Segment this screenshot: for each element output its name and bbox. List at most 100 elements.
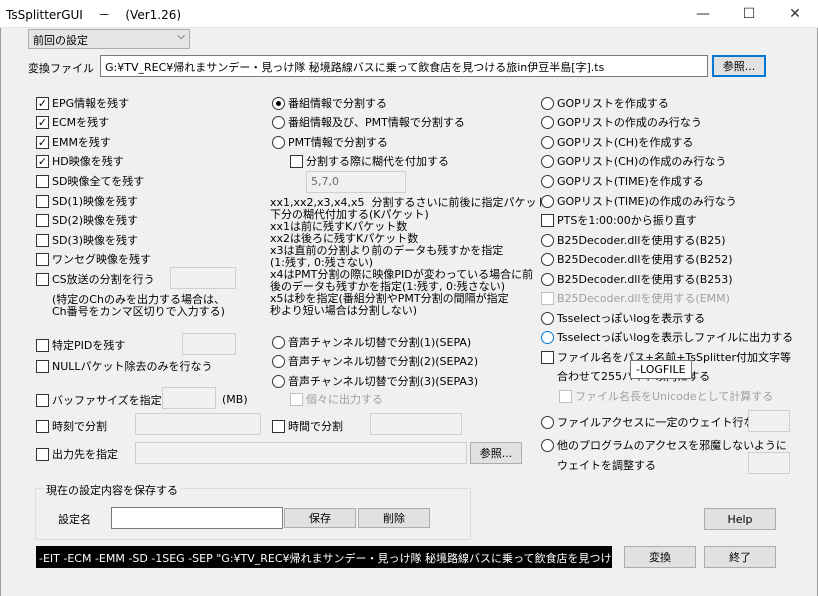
checkbox-icon: [36, 393, 49, 407]
pid-input[interactable]: [182, 333, 236, 355]
radio-icon: [541, 154, 554, 168]
individual-output-checkbox[interactable]: 個々に出力する: [290, 391, 383, 407]
gop-list-time-only-radio[interactable]: GOPリスト(TIME)の作成のみ行なう: [541, 193, 737, 209]
preset-select[interactable]: 前回の設定 ⌵: [28, 29, 190, 49]
hd-checkbox[interactable]: ✓ HD映像を残す: [36, 153, 124, 169]
save-settings-legend: 現在の設定内容を保存する: [44, 482, 180, 498]
file-label: 変換ファイル: [28, 62, 94, 75]
output-label: 出力先を指定: [52, 448, 118, 461]
audio-split3-radio[interactable]: 音声チャンネル切替で分割(3)(SEPA3): [272, 373, 478, 389]
setting-name-input[interactable]: [111, 507, 283, 529]
gop-list-label: GOPリストを作成する: [557, 97, 669, 110]
b252-radio[interactable]: B25Decoder.dllを使用する(B252): [541, 251, 733, 267]
window-title: TsSplitterGUI － (Ver1.26): [6, 8, 182, 22]
checkbox-icon: [36, 419, 49, 433]
buffer-checkbox[interactable]: バッファサイズを指定: [36, 392, 162, 408]
time-split-input[interactable]: [135, 413, 261, 435]
b25-label: B25Decoder.dllを使用する(B25): [557, 234, 726, 247]
output-input[interactable]: [135, 442, 467, 464]
cs-label: CS放送の分割を行う: [52, 273, 155, 286]
checkbox-icon: [290, 392, 303, 406]
oneseg-checkbox[interactable]: ワンセグ映像を残す: [36, 251, 151, 267]
epg-checkbox[interactable]: ✓ EPG情報を残す: [36, 95, 129, 111]
null-checkbox[interactable]: NULLパケット除去のみを行なう: [36, 358, 213, 374]
log-file-radio[interactable]: Tsselectっぽいlogを表示しファイルに出力する: [541, 329, 793, 345]
checkbox-icon: [36, 174, 49, 188]
null-label: NULLパケット除去のみを行なう: [52, 360, 213, 373]
gop-list-time-radio[interactable]: GOPリスト(TIME)を作成する: [541, 173, 704, 189]
radio-icon: [272, 135, 285, 149]
convert-button[interactable]: 変換: [624, 546, 696, 568]
gop-list-only-label: GOPリストの作成のみ行なう: [557, 116, 702, 129]
b253-radio[interactable]: B25Decoder.dllを使用する(B253): [541, 271, 733, 287]
program-pmt-split-radio[interactable]: 番組情報及び、PMT情報で分割する: [272, 114, 465, 130]
cs-checkbox[interactable]: CS放送の分割を行う: [36, 271, 155, 287]
output-browse-button[interactable]: 参照...: [470, 442, 522, 464]
duration-split-label: 時間で分割: [288, 420, 343, 433]
access-wait-radio[interactable]: ファイルアクセスに一定のウェイト行なう: [541, 414, 765, 430]
margin-input[interactable]: 5,7,0: [306, 171, 406, 193]
file-browse-button[interactable]: 参照...: [712, 55, 766, 77]
gop-list-only-radio[interactable]: GOPリストの作成のみ行なう: [541, 114, 702, 130]
log-show-radio[interactable]: Tsselectっぽいlogを表示する: [541, 310, 705, 326]
duration-split-input[interactable]: [370, 413, 462, 435]
sd-all-label: SD映像全てを残す: [52, 175, 145, 188]
exit-button[interactable]: 終了: [704, 546, 776, 568]
audio-split1-radio[interactable]: 音声チャンネル切替で分割(1)(SEPA): [272, 334, 471, 350]
radio-icon: [541, 272, 554, 286]
checkbox-icon: [541, 291, 554, 305]
duration-split-checkbox[interactable]: 時間で分割: [272, 418, 343, 434]
pts-reset-checkbox[interactable]: PTSを1:00:00から振り直す: [541, 212, 697, 228]
radio-icon: [541, 330, 554, 344]
checkbox-icon: [541, 350, 554, 364]
gop-list-ch-label: GOPリスト(CH)を作成する: [557, 136, 694, 149]
gop-list-ch-only-radio[interactable]: GOPリスト(CH)の作成のみ行なう: [541, 153, 726, 169]
file-input[interactable]: G:¥TV_REC¥帰れまサンデー・見っけ隊 秘境路線バスに乗って飲食店を見つけ…: [100, 55, 708, 77]
help-button[interactable]: Help: [704, 508, 776, 530]
checkbox-icon: [559, 389, 572, 403]
audio-split2-label: 音声チャンネル切替で分割(2)(SEPA2): [288, 355, 479, 368]
ecm-checkbox[interactable]: ✓ ECMを残す: [36, 114, 109, 130]
oneseg-label: ワンセグ映像を残す: [52, 253, 151, 266]
sd-all-checkbox[interactable]: SD映像全てを残す: [36, 173, 144, 189]
unicode-length-checkbox[interactable]: ファイル名長をUnicodeとして計算する: [559, 388, 773, 404]
close-button[interactable]: ✕: [772, 0, 818, 28]
audio-split1-label: 音声チャンネル切替で分割(1)(SEPA): [288, 336, 472, 349]
pmt-split-radio[interactable]: PMT情報で分割する: [272, 134, 388, 150]
setting-name-label: 設定名: [58, 513, 91, 526]
gop-list-ch-radio[interactable]: GOPリスト(CH)を作成する: [541, 134, 693, 150]
delete-button[interactable]: 削除: [358, 508, 430, 528]
margin-checkbox[interactable]: 分割する際に糊代を付加する: [290, 153, 449, 169]
radio-icon: [272, 335, 285, 349]
chevron-down-icon: ⌵: [177, 31, 185, 42]
save-button[interactable]: 保存: [284, 508, 356, 528]
program-pmt-split-label: 番組情報及び、PMT情報で分割する: [288, 116, 465, 129]
checkbox-icon: [36, 233, 49, 247]
program-split-radio[interactable]: 番組情報で分割する: [272, 95, 387, 111]
b25-emm-checkbox[interactable]: B25Decoder.dllを使用する(EMM): [541, 290, 730, 306]
sd1-label: SD(1)映像を残す: [52, 195, 139, 208]
individual-output-label: 個々に出力する: [306, 393, 383, 406]
output-checkbox[interactable]: 出力先を指定: [36, 446, 118, 462]
emm-checkbox[interactable]: ✓ EMMを残す: [36, 134, 111, 150]
minimize-button[interactable]: —: [680, 0, 726, 28]
checkbox-icon: [272, 419, 285, 433]
radio-icon: [541, 135, 554, 149]
radio-icon: [541, 438, 554, 452]
maximize-button[interactable]: ☐: [726, 0, 772, 28]
pid-checkbox[interactable]: 特定PIDを残す: [36, 337, 125, 353]
command-line-display: -EIT -ECM -EMM -SD -1SEG -SEP "G:¥TV_REC…: [36, 546, 612, 568]
buffer-input[interactable]: [162, 387, 216, 409]
sd3-checkbox[interactable]: SD(3)映像を残す: [36, 232, 138, 248]
other-program-radio[interactable]: 他のプログラムのアクセスを邪魔しないように: [541, 437, 787, 453]
cs-channel-input[interactable]: [170, 267, 236, 289]
sd2-checkbox[interactable]: SD(2)映像を残す: [36, 212, 138, 228]
audio-split2-radio[interactable]: 音声チャンネル切替で分割(2)(SEPA2): [272, 353, 478, 369]
other-program-input[interactable]: [748, 452, 790, 474]
sd1-checkbox[interactable]: SD(1)映像を残す: [36, 193, 138, 209]
program-split-label: 番組情報で分割する: [288, 97, 387, 110]
time-split-checkbox[interactable]: 時刻で分割: [36, 418, 107, 434]
b25-radio[interactable]: B25Decoder.dllを使用する(B25): [541, 232, 726, 248]
access-wait-input[interactable]: [748, 410, 790, 432]
gop-list-radio[interactable]: GOPリストを作成する: [541, 95, 669, 111]
